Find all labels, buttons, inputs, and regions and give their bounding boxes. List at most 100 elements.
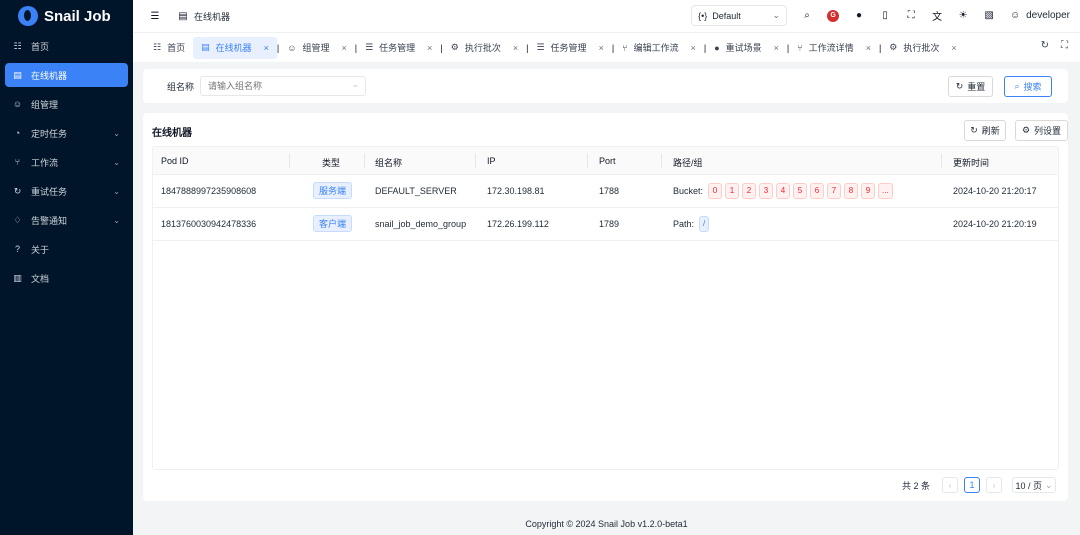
sidebar-item-4[interactable]: ⑂ 工作流 ⌄ (5, 150, 128, 174)
retry-icon: ↻ (13, 185, 22, 196)
close-icon[interactable]: × (951, 43, 956, 53)
app-logo[interactable]: Snail Job (0, 0, 133, 32)
sidebar-item-6[interactable]: ♢ 告警通知 ⌄ (5, 208, 128, 232)
breadcrumb[interactable]: ▤ 在线机器 (177, 10, 230, 23)
table-row[interactable]: 1847888997235908608 服务端 DEFAULT_SERVER 1… (153, 175, 1058, 208)
tab-bar: ☷ 首页 ▤ 在线机器 × | ☺ 组管理 × | ☰ 任务管理 × | ⚙ 执行批次 × | ☰ 任务管理 × | ⑂ 编辑… (133, 32, 1080, 62)
header-group: 组名称 (375, 158, 403, 168)
language-icon[interactable]: 文 (931, 10, 943, 23)
sidebar-item-3[interactable]: ◔ 定时任务 ⌄ (5, 121, 128, 145)
sidebar-item-7[interactable]: ? 关于 (5, 237, 128, 261)
header-updated: 更新时间 (953, 158, 990, 168)
sidebar-item-2[interactable]: ☺ 组管理 (5, 92, 128, 116)
theme-select[interactable]: {•} Default ⌄ (691, 5, 788, 26)
sidebar-item-label: 定时任务 (31, 128, 68, 139)
sidebar-item-label: 首页 (31, 41, 50, 52)
theme-config-icon[interactable]: ▧ (983, 10, 995, 22)
breadcrumb-current: 在线机器 (194, 11, 231, 22)
close-icon[interactable]: × (691, 43, 696, 53)
table-row[interactable]: 1813760030942478336 客户端 snail_job_demo_g… (153, 208, 1058, 241)
search-button[interactable]: ⌕ 搜索 (1004, 76, 1052, 97)
close-icon[interactable]: × (341, 43, 346, 53)
close-icon[interactable]: × (513, 43, 518, 53)
close-icon[interactable]: × (427, 43, 432, 53)
tab-7[interactable]: ● 重试场景 × (706, 37, 787, 59)
sidebar-item-1[interactable]: ▤ 在线机器 (5, 63, 128, 87)
user-avatar-icon: ☺ (1009, 10, 1021, 21)
reset-icon: ↻ (955, 81, 964, 91)
tab-label: 编辑工作流 (633, 43, 679, 53)
gitee-icon[interactable]: G (827, 9, 840, 22)
tab-3[interactable]: ☰ 任务管理 × (357, 37, 440, 59)
bucket-list: Bucket: 0 1 2 3 4 5 6 7 8 9... (673, 183, 893, 199)
tab-label: 工作流详情 (808, 43, 854, 53)
ip-cell: 172.30.198.81 (487, 186, 545, 196)
path-tag: 6 (810, 183, 825, 199)
about-icon: ? (14, 244, 20, 254)
collapse-sidebar-icon[interactable]: ☰ (149, 10, 161, 22)
close-icon[interactable]: × (774, 43, 779, 53)
path-label: Path: (673, 219, 695, 229)
group-name-label: 组名称 (167, 82, 195, 92)
pod-id-cell: 1847888997235908608 (161, 186, 257, 196)
tab-5[interactable]: ☰ 任务管理 × (528, 37, 611, 59)
fullscreen-icon[interactable]: ⛶ (905, 10, 917, 22)
sidebar-item-label: 组管理 (31, 99, 59, 110)
search-label: 搜索 (1023, 82, 1042, 92)
total-count: 共 2 条 (901, 480, 930, 491)
reload-tab-icon[interactable]: ↻ (1041, 40, 1049, 51)
updated-cell: 2024-10-20 21:20:17 (953, 186, 1037, 196)
document-icon[interactable]: ▯ (879, 10, 891, 22)
tab-6[interactable]: ⑂ 编辑工作流 × (614, 37, 704, 59)
sidebar-item-8[interactable]: ▥ 文档 (5, 266, 128, 290)
group-name-select[interactable] (200, 76, 366, 96)
sun-icon[interactable]: ☀ (957, 10, 969, 22)
tab-0[interactable]: ☷ 首页 (145, 37, 193, 59)
tab-2[interactable]: ☺ 组管理 × (279, 37, 354, 59)
search-form: 组名称 ⌄ ↻ 重置 ⌕ 搜索 (143, 69, 1068, 103)
machines-table: Pod ID 类型 组名称 IP Port 路径/组 更新时间 18478889… (152, 146, 1059, 470)
snail-logo-icon (18, 6, 38, 26)
port-cell: 1788 (599, 186, 620, 196)
path-tag: 2 (742, 183, 757, 199)
prev-page-button[interactable]: ‹ (942, 477, 958, 493)
alarm-icon: ♢ (13, 214, 22, 225)
tab-label: 执行批次 (903, 43, 940, 53)
pagination: 共 2 条 ‹ 1 › 10 / 页 ⌄ (902, 477, 1056, 493)
tab-8[interactable]: ⑂ 工作流详情 × (789, 37, 879, 59)
tab-1[interactable]: ▤ 在线机器 × (193, 36, 277, 59)
tab-icon: ⑂ (622, 42, 628, 53)
workflow-icon: ⑂ (14, 157, 21, 167)
header-port: Port (599, 156, 616, 166)
sidebar-item-label: 工作流 (31, 157, 59, 168)
tab-9[interactable]: ⚙ 执行批次 × (881, 37, 964, 59)
sidebar-item-5[interactable]: ↻ 重试任务 ⌄ (5, 179, 128, 203)
tab-4[interactable]: ⚙ 执行批次 × (443, 37, 526, 59)
close-icon[interactable]: × (264, 43, 269, 53)
refresh-button[interactable]: ↻ 刷新 (964, 120, 1006, 141)
next-page-button[interactable]: › (986, 477, 1002, 493)
fullscreen-content-icon[interactable]: ⛶ (1061, 40, 1068, 51)
sidebar-item-0[interactable]: ☷ 首页 (5, 34, 128, 58)
search-icon[interactable]: ⌕ (801, 10, 813, 22)
sidebar-item-label: 文档 (31, 273, 50, 284)
tab-icon: ⚙ (889, 42, 898, 52)
user-menu[interactable]: ☺ developer (1009, 10, 1070, 22)
column-settings-button[interactable]: ⚙ 列设置 (1015, 120, 1068, 141)
close-icon[interactable]: × (599, 43, 604, 53)
tab-icon: ⚙ (450, 42, 459, 52)
port-cell: 1789 (599, 219, 620, 229)
page-size-select[interactable]: 10 / 页 ⌄ (1012, 477, 1056, 493)
tab-icon: ☰ (536, 42, 545, 52)
ip-cell: 172.26.199.112 (487, 219, 549, 229)
path-tag: 7 (827, 183, 842, 199)
column-settings-label: 列设置 (1034, 126, 1062, 136)
page-1-button[interactable]: 1 (964, 477, 980, 493)
top-header: ☰ ▤ 在线机器 {•} Default ⌄ ⌕ G ● ▯ ⛶ 文 ☀ ▧ ☺… (133, 0, 1080, 32)
github-icon[interactable]: ● (853, 10, 865, 22)
header-type: 类型 (322, 158, 341, 168)
tab-icon: ⑂ (797, 42, 803, 53)
chevron-down-icon: ⌄ (1044, 479, 1053, 490)
close-icon[interactable]: × (866, 43, 871, 53)
reset-button[interactable]: ↻ 重置 (948, 76, 993, 97)
